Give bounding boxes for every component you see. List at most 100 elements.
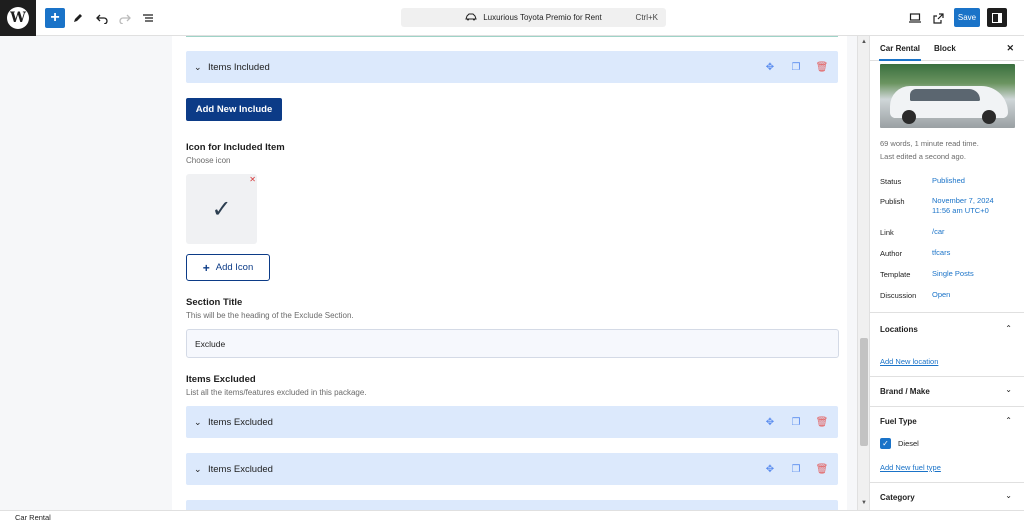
editor-top-bar: W + Luxurious Toyota Premio for Rent Ctr… [0, 0, 1024, 36]
add-new-fuel-type-link[interactable]: Add New fuel type [880, 463, 941, 472]
publish-date[interactable]: November 7, 2024 [932, 196, 994, 206]
car-wheel [982, 110, 996, 124]
block-inserter-button[interactable]: + [45, 8, 65, 28]
accordion-items-included[interactable]: ⌄ Items Included ✥ ❐ 🗑 [186, 51, 838, 83]
meta-box-content: ⌄ Items Included ✥ ❐ 🗑 Add New Include I… [172, 36, 847, 510]
selected-icon-preview[interactable]: ✕ ✓ [186, 174, 257, 244]
plus-icon: + [202, 260, 210, 275]
chevron-up-icon[interactable]: ⌃ [1005, 416, 1012, 425]
redo-icon[interactable] [115, 8, 135, 28]
status-value[interactable]: Published [932, 176, 965, 186]
wordpress-icon: W [7, 6, 29, 29]
check-icon: ✓ [211, 195, 232, 223]
section-title-help: This will be the heading of the Exclude … [186, 311, 354, 320]
car-icon [465, 13, 477, 23]
document-overview-icon[interactable] [138, 8, 158, 28]
fuel-diesel-checkbox[interactable]: ✓ [880, 438, 891, 449]
document-title: Luxurious Toyota Premio for Rent [483, 13, 602, 22]
tab-car-rental[interactable]: Car Rental [878, 44, 922, 61]
command-palette-bar[interactable]: Luxurious Toyota Premio for Rent Ctrl+K [401, 8, 666, 27]
add-icon-button[interactable]: + Add Icon [186, 254, 270, 281]
sidebar-tabs: Car Rental Block ✕ [870, 36, 1024, 61]
move-icon[interactable]: ✥ [764, 463, 776, 475]
discussion-label: Discussion [880, 291, 917, 300]
wordpress-logo[interactable]: W [0, 0, 36, 36]
featured-image[interactable] [880, 64, 1015, 128]
settings-sidebar: Car Rental Block ✕ 69 words, 1 minute re… [869, 36, 1024, 510]
items-excluded-label: Items Excluded [186, 374, 256, 385]
scroll-up-arrow[interactable]: ▲ [861, 39, 867, 45]
accordion-items-excluded[interactable]: ⌄ Items Excluded ✥ ❐ 🗑 [186, 453, 838, 485]
add-new-location-link[interactable]: Add New location [880, 357, 938, 366]
save-button[interactable]: Save [954, 8, 980, 27]
car-window [910, 89, 980, 101]
close-icon[interactable]: ✕ [1006, 43, 1014, 54]
word-count: 69 words, 1 minute read time. [880, 139, 979, 148]
chevron-up-icon[interactable]: ⌃ [1005, 324, 1012, 333]
scrollbar-thumb[interactable] [860, 338, 868, 446]
author-value[interactable]: tfcars [932, 248, 950, 258]
duplicate-icon[interactable]: ❐ [790, 416, 802, 428]
chevron-down-icon[interactable]: ⌄ [194, 62, 206, 73]
canvas-margin-right [847, 36, 857, 510]
field-border [186, 36, 838, 37]
divider [870, 406, 1024, 407]
add-new-include-button[interactable]: Add New Include [186, 98, 282, 121]
divider [870, 376, 1024, 377]
chevron-down-icon[interactable]: ⌄ [1005, 491, 1012, 500]
template-value[interactable]: Single Posts [932, 269, 974, 279]
accordion-title: Items Excluded [208, 416, 273, 428]
icon-field-label: Icon for Included Item [186, 142, 285, 153]
trash-icon[interactable]: 🗑 [816, 61, 829, 73]
chevron-down-icon[interactable]: ⌄ [1005, 385, 1012, 394]
view-post-external-icon[interactable] [928, 8, 948, 28]
accordion-title: Items Included [208, 61, 270, 73]
panel-locations-title[interactable]: Locations [880, 325, 918, 334]
accordion-title: Items Excluded [208, 463, 273, 475]
publish-time[interactable]: 11:56 am UTC+0 [932, 206, 989, 216]
section-title-label: Section Title [186, 297, 243, 308]
scroll-down-arrow[interactable]: ▼ [861, 500, 867, 506]
car-wheel [902, 110, 916, 124]
settings-sidebar-toggle[interactable] [987, 8, 1007, 27]
editor-canvas: ⌄ Items Included ✥ ❐ 🗑 Add New Include I… [0, 36, 857, 510]
sidebar-icon [992, 12, 1002, 23]
duplicate-icon[interactable]: ❐ [790, 61, 802, 73]
items-excluded-help: List all the items/features excluded in … [186, 388, 367, 397]
preview-device-icon[interactable] [905, 8, 925, 28]
tab-block[interactable]: Block [934, 44, 956, 53]
accordion-items-excluded[interactable]: ⌄ Items Excluded ✥ ❐ 🗑 [186, 406, 838, 438]
chevron-down-icon[interactable]: ⌄ [194, 417, 206, 428]
status-label: Status [880, 177, 902, 186]
panel-brand-title[interactable]: Brand / Make [880, 387, 930, 396]
panel-category-title[interactable]: Category [880, 493, 915, 502]
footer-breadcrumb[interactable]: Car Rental [15, 513, 51, 522]
tools-pen-icon[interactable] [68, 8, 88, 28]
icon-field-help: Choose icon [186, 156, 231, 165]
divider [870, 482, 1024, 483]
trash-icon[interactable]: 🗑 [816, 463, 829, 475]
move-icon[interactable]: ✥ [764, 416, 776, 428]
command-shortcut: Ctrl+K [635, 13, 658, 22]
link-label: Link [880, 228, 894, 237]
add-icon-label: Add Icon [215, 262, 254, 273]
template-label: Template [880, 270, 911, 279]
remove-icon[interactable]: ✕ [249, 175, 256, 184]
discussion-value[interactable]: Open [932, 290, 950, 300]
editor-footer: Car Rental [0, 510, 1024, 524]
undo-icon[interactable] [92, 8, 112, 28]
link-value[interactable]: /car [932, 227, 945, 237]
author-label: Author [880, 249, 903, 258]
canvas-margin-left [0, 36, 172, 510]
panel-fuel-title[interactable]: Fuel Type [880, 417, 917, 426]
publish-label: Publish [880, 197, 905, 206]
section-title-input[interactable] [186, 329, 839, 358]
last-edited: Last edited a second ago. [880, 152, 966, 161]
trash-icon[interactable]: 🗑 [816, 416, 829, 428]
accordion-partial[interactable] [186, 500, 838, 510]
editor-scrollbar[interactable]: ▲ ▼ [857, 36, 869, 510]
move-icon[interactable]: ✥ [764, 61, 776, 73]
divider [870, 312, 1024, 313]
chevron-down-icon[interactable]: ⌄ [194, 464, 206, 475]
duplicate-icon[interactable]: ❐ [790, 463, 802, 475]
